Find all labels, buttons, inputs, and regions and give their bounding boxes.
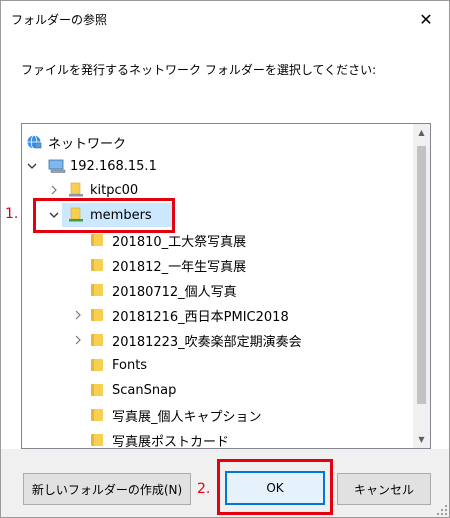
tree-item-label: 20180712_個人写真 [112,284,237,300]
folder-icon [90,308,104,322]
folder-icon [90,408,104,422]
new-folder-button[interactable]: 新しいフォルダーの作成(N) [23,473,191,505]
shared-folder-icon [68,182,84,198]
tree-item-label: ネットワーク [48,136,127,152]
tree-item-folder[interactable]: ScanSnap [22,378,408,402]
vertical-scrollbar[interactable]: ▲ ▼ [413,124,430,448]
tree-item-label: 写真展_個人キャプション [112,409,262,425]
close-button[interactable]: ✕ [403,1,449,37]
title-bar: フォルダーの参照 ✕ [1,1,449,37]
tree-item-folder[interactable]: 20181223_吹奏楽部定期演奏会 [22,328,408,352]
tree-item-host[interactable]: 192.168.15.1 [22,154,408,178]
tree-item-folder[interactable]: 20180712_個人写真 [22,278,408,302]
chevron-down-icon[interactable] [26,160,38,172]
tree-item-label: 写真展ポストカード [112,434,230,449]
window-title: フォルダーの参照 [11,13,108,27]
folder-tree[interactable]: ネットワーク 192.168.15.1 kitpc00 members 2018… [21,123,431,449]
tree-item-network[interactable]: ネットワーク [22,130,408,154]
tree-item-folder[interactable]: 写真展ポストカード [22,428,408,449]
tree-item-label: kitpc00 [90,182,139,198]
tree-item-label: 192.168.15.1 [70,158,157,174]
close-icon: ✕ [419,9,433,29]
tree-item-label: 201810_工大祭写真展 [112,234,247,250]
folder-icon [90,433,104,447]
annotation-box-members [33,198,175,233]
tree-item-label: 20181223_吹奏楽部定期演奏会 [112,334,302,350]
folder-icon [90,258,104,272]
tree-item-label: 20181216_西日本PMIC2018 [112,309,289,325]
cancel-button[interactable]: キャンセル [337,473,431,505]
folder-icon [90,333,104,347]
folder-browse-dialog: フォルダーの参照 ✕ ファイルを発行するネットワーク フォルダーを選択してくださ… [0,0,450,518]
tree-item-folder[interactable]: 20181216_西日本PMIC2018 [22,303,408,327]
tree-item-label: ScanSnap [112,382,177,398]
folder-icon [90,383,104,397]
chevron-right-icon[interactable] [72,309,84,321]
scroll-down-icon[interactable]: ▼ [413,431,430,448]
computer-icon [48,158,66,174]
tree-item-folder[interactable]: 201812_一年生写真展 [22,253,408,277]
tree-item-folder[interactable]: Fonts [22,353,408,377]
annotation-step-1: 1. [5,206,19,222]
instruction-text: ファイルを発行するネットワーク フォルダーを選択してください: [21,63,377,77]
folder-icon [90,233,104,247]
tree-item-label: Fonts [112,357,148,373]
tree-item-label: 201812_一年生写真展 [112,259,247,275]
chevron-right-icon[interactable] [48,184,60,196]
folder-icon [90,283,104,297]
scroll-thumb[interactable] [417,146,426,404]
folder-icon [90,358,104,372]
scroll-up-icon[interactable]: ▲ [413,124,430,141]
annotation-step-2: 2. [197,481,211,497]
ok-button[interactable]: OK [225,471,325,505]
tree-item-folder[interactable]: 写真展_個人キャプション [22,403,408,427]
resize-grip-icon[interactable] [435,503,447,515]
network-icon [26,134,42,150]
chevron-right-icon[interactable] [72,334,84,346]
